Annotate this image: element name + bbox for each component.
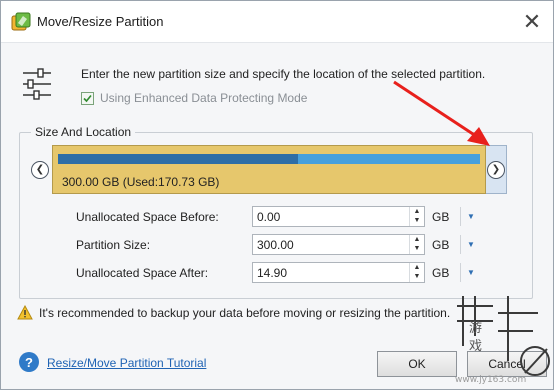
move-resize-dialog: Move/Resize Partition ✕ Enter the new pa… xyxy=(0,0,554,390)
unit-divider xyxy=(460,207,461,226)
partition-size-input[interactable]: 300.00 ▲ ▼ xyxy=(252,234,425,255)
size-location-legend: Size And Location xyxy=(31,125,136,139)
close-icon: ✕ xyxy=(522,9,542,34)
partition-label: 300.00 GB (Used:170.73 GB) xyxy=(62,175,220,189)
enhanced-mode-option[interactable]: Using Enhanced Data Protecting Mode xyxy=(81,91,307,105)
instruction-text: Enter the new partition size and specify… xyxy=(81,67,486,81)
title-bar: Move/Resize Partition ✕ xyxy=(1,1,553,43)
chevron-down-icon: ▼ xyxy=(467,239,475,249)
unallocated-before-spinner: ▲ ▼ xyxy=(409,207,424,226)
partition-size-unit-dropdown[interactable]: ▼ xyxy=(465,238,477,250)
warning-icon xyxy=(17,305,33,320)
spin-down-icon[interactable]: ▼ xyxy=(410,216,424,225)
ok-button[interactable]: OK xyxy=(377,351,457,377)
chevron-right-icon: ❯ xyxy=(491,164,501,175)
spin-up-icon[interactable]: ▲ xyxy=(410,263,424,272)
unallocated-after-unit: GB xyxy=(432,266,450,280)
checkmark-icon xyxy=(83,94,92,102)
partition-size-value: 300.00 xyxy=(257,238,294,252)
ok-button-label: OK xyxy=(408,357,426,371)
window-title: Move/Resize Partition xyxy=(37,14,164,29)
spin-down-icon[interactable]: ▼ xyxy=(410,244,424,253)
spin-up-icon[interactable]: ▲ xyxy=(410,235,424,244)
partition-wizard-icon xyxy=(11,12,31,31)
unallocated-after-spinner: ▲ ▼ xyxy=(409,263,424,282)
chevron-down-icon: ▼ xyxy=(467,211,475,221)
unallocated-before-unit-dropdown[interactable]: ▼ xyxy=(465,210,477,222)
close-button[interactable]: ✕ xyxy=(517,7,547,37)
help-icon[interactable]: ? xyxy=(19,352,39,372)
partition-block[interactable]: 300.00 GB (Used:170.73 GB) xyxy=(52,145,486,194)
move-right-button[interactable]: ❯ xyxy=(487,161,505,179)
enhanced-mode-checkbox[interactable] xyxy=(81,91,94,105)
unallocated-before-label: Unallocated Space Before: xyxy=(76,210,219,224)
tutorial-link[interactable]: Resize/Move Partition Tutorial xyxy=(47,356,206,370)
partition-size-label: Partition Size: xyxy=(76,238,151,252)
spin-up-icon[interactable]: ▲ xyxy=(410,207,424,216)
move-left-button[interactable]: ❮ xyxy=(31,161,49,179)
unallocated-after-unit-dropdown[interactable]: ▼ xyxy=(465,266,477,278)
partition-used-bar xyxy=(58,154,299,164)
unit-divider xyxy=(460,235,461,254)
spin-down-icon[interactable]: ▼ xyxy=(410,272,424,281)
unallocated-after-input[interactable]: 14.90 ▲ ▼ xyxy=(252,262,425,283)
watermark-glyph-1: 游 xyxy=(469,321,483,336)
unallocated-before-input[interactable]: 0.00 ▲ ▼ xyxy=(252,206,425,227)
unallocated-before-value: 0.00 xyxy=(257,210,281,224)
unallocated-before-unit: GB xyxy=(432,210,450,224)
chevron-left-icon: ❮ xyxy=(35,164,45,175)
unallocated-after-label: Unallocated Space After: xyxy=(76,266,209,280)
sliders-icon xyxy=(23,68,51,100)
chevron-down-icon: ▼ xyxy=(467,267,475,277)
backup-warning-text: It's recommended to backup your data bef… xyxy=(39,306,451,320)
cancel-button[interactable]: Cancel xyxy=(467,351,547,377)
partition-size-unit: GB xyxy=(432,238,450,252)
enhanced-mode-label: Using Enhanced Data Protecting Mode xyxy=(100,91,308,105)
cancel-button-label: Cancel xyxy=(488,357,526,371)
unallocated-after-value: 14.90 xyxy=(257,266,288,280)
unit-divider xyxy=(460,263,461,282)
partition-usage-bar xyxy=(58,154,480,164)
partition-size-spinner: ▲ ▼ xyxy=(409,235,424,254)
